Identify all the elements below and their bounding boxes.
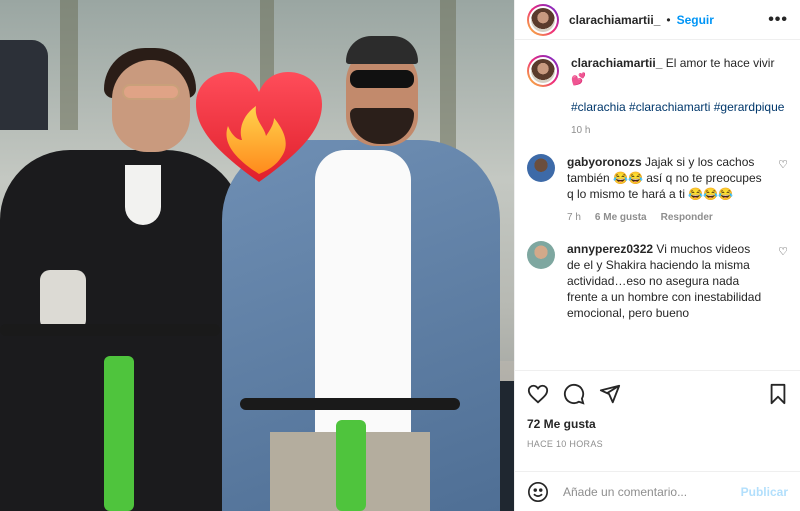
comment-meta: 7 h 6 Me gusta Responder: [567, 212, 766, 223]
caption-text: El amor te hace vivir: [665, 56, 775, 70]
story-ring[interactable]: [527, 3, 559, 36]
caption-meta: 10 h: [571, 125, 788, 136]
reply-button[interactable]: Responder: [661, 212, 713, 223]
comment-text-block: annyperez0322 Vi muchos videos de el y S…: [567, 241, 766, 321]
share-send-icon[interactable]: [599, 383, 621, 405]
background-tree: [60, 0, 78, 130]
woman-sunglasses: [122, 84, 180, 100]
caption-emoji: 💕: [571, 72, 586, 86]
woman-bag: [40, 270, 86, 330]
comment-bubble-icon[interactable]: [563, 383, 585, 405]
comment-time[interactable]: 7 h: [567, 212, 581, 223]
scooter-stem: [104, 356, 134, 511]
post-header: clarachiamartii_ • Seguir •••: [515, 0, 800, 40]
comment-username[interactable]: gabyoronozs: [567, 155, 642, 169]
publish-button[interactable]: Publicar: [741, 485, 788, 499]
comments-list[interactable]: clarachiamartii_ El amor te hace vivir 💕…: [515, 41, 800, 370]
man-bandana: [346, 36, 418, 64]
likes-count[interactable]: 72 Me gusta: [527, 417, 788, 431]
emoji-smiley-icon[interactable]: [527, 481, 549, 503]
background-tree: [440, 0, 456, 150]
background-car: [0, 40, 48, 130]
comment: gabyoronozs Jajak si y los cachos tambié…: [527, 154, 788, 223]
caption-time[interactable]: 10 h: [571, 125, 590, 136]
commenter-avatar[interactable]: [527, 154, 555, 182]
story-ring[interactable]: [527, 55, 559, 87]
comment-like-heart-icon[interactable]: ♡: [778, 241, 788, 321]
avatar[interactable]: [531, 7, 555, 32]
comment-username[interactable]: annyperez0322: [567, 242, 653, 256]
separator-dot: •: [666, 12, 671, 27]
commenter-avatar[interactable]: [527, 241, 555, 269]
caption-username[interactable]: clarachiamartii_: [571, 56, 662, 70]
hashtags[interactable]: #clarachia #clarachiamarti #gerardpique: [571, 99, 788, 115]
scooter-stem: [336, 420, 366, 511]
man-sunglasses: [350, 70, 414, 88]
like-heart-icon[interactable]: [527, 383, 549, 405]
action-icons: [527, 383, 788, 405]
bookmark-save-icon[interactable]: [768, 383, 788, 405]
woman-shirt: [125, 165, 161, 225]
header-username[interactable]: clarachiamartii_: [569, 13, 660, 27]
caption-avatar[interactable]: [531, 59, 555, 83]
post-timestamp[interactable]: HACE 10 HORAS: [527, 439, 788, 449]
more-options-icon[interactable]: •••: [768, 11, 788, 29]
post-photo[interactable]: [0, 0, 514, 511]
post-sidebar: clarachiamartii_ • Seguir ••• clarachiam…: [514, 0, 800, 511]
comment-input[interactable]: [563, 484, 727, 499]
comment-likes[interactable]: 6 Me gusta: [595, 212, 647, 223]
add-comment-bar: Publicar: [515, 471, 800, 511]
woman-face: [112, 60, 190, 152]
heart-on-fire-icon: [196, 72, 322, 182]
comment-like-heart-icon[interactable]: ♡: [778, 154, 788, 223]
scooter-handlebar: [0, 324, 220, 336]
follow-button[interactable]: Seguir: [677, 13, 714, 27]
caption: clarachiamartii_ El amor te hace vivir 💕…: [527, 55, 788, 136]
caption-text-block: clarachiamartii_ El amor te hace vivir 💕: [571, 55, 788, 87]
post-actions: 72 Me gusta HACE 10 HORAS: [515, 370, 800, 449]
comment-text-block: gabyoronozs Jajak si y los cachos tambié…: [567, 154, 766, 202]
comment: annyperez0322 Vi muchos videos de el y S…: [527, 241, 788, 321]
scooter-handlebar: [240, 398, 460, 410]
